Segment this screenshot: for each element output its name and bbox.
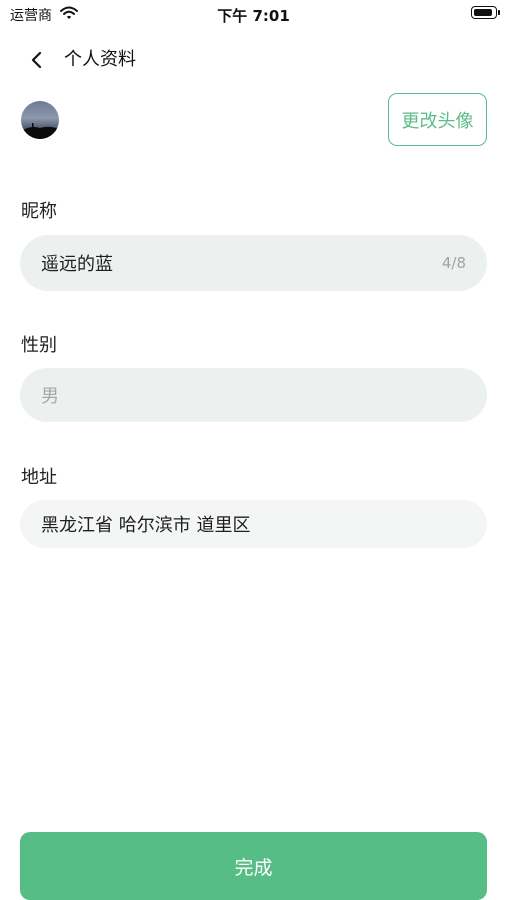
gender-placeholder: 男: [41, 386, 59, 407]
page-title: 个人资料: [64, 49, 136, 70]
nickname-field[interactable]: 遥远的蓝 4/8: [20, 235, 487, 291]
address-value: 黑龙江省 哈尔滨市 道里区: [41, 515, 251, 536]
nickname-label: 昵称: [21, 201, 57, 222]
battery-icon: [471, 6, 500, 19]
nickname-value: 遥远的蓝: [41, 254, 113, 275]
change-avatar-button[interactable]: 更改头像: [388, 93, 487, 146]
address-label: 地址: [21, 467, 57, 488]
status-bar: 运营商 下午 7:01: [0, 0, 507, 28]
gender-field[interactable]: 男: [20, 368, 487, 422]
done-button[interactable]: 完成: [20, 832, 487, 900]
profile-page: 运营商 下午 7:01 个人资料 更改头像 昵称 遥远的蓝 4/8 性别 男 地…: [0, 0, 507, 900]
gender-label: 性别: [21, 335, 57, 356]
nav-bar: 个人资料: [0, 40, 507, 80]
status-time: 下午 7:01: [217, 7, 290, 25]
back-button[interactable]: [22, 48, 50, 72]
avatar-image: [21, 123, 59, 139]
chevron-left-icon: [31, 51, 42, 69]
address-field[interactable]: 黑龙江省 哈尔滨市 道里区: [20, 500, 487, 548]
nickname-counter: 4/8: [441, 254, 466, 272]
avatar[interactable]: [21, 101, 59, 139]
